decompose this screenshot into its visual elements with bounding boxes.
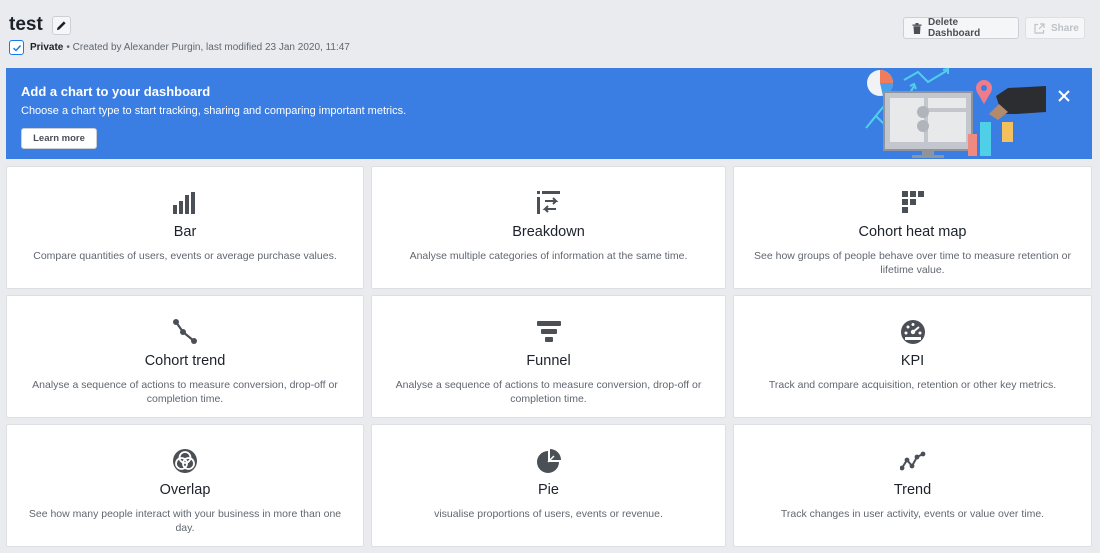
chart-type-description: See how groups of people behave over tim… <box>754 250 1071 276</box>
bar-chart-icon <box>7 190 363 216</box>
chart-type-name: Bar <box>173 224 197 240</box>
chart-type-card-pie[interactable]: Pie visualise proportions of users, even… <box>371 424 726 547</box>
trend-icon <box>734 448 1091 474</box>
chart-type-description: Analyse a sequence of actions to measure… <box>395 379 702 405</box>
chart-type-description: visualise proportions of users, events o… <box>434 508 663 520</box>
delete-dashboard-button[interactable]: Delete Dashboard <box>903 17 1019 39</box>
dashboard-header: test Private • Created by Alexander Purg… <box>0 0 1100 68</box>
chart-type-name: Cohort trend <box>144 353 226 369</box>
privacy-label: Private <box>30 42 64 53</box>
chart-type-card-trend[interactable]: Trend Track changes in user activity, ev… <box>733 424 1092 547</box>
private-checkbox[interactable] <box>9 40 24 55</box>
dashboard-meta: Private • Created by Alexander Purgin, l… <box>9 40 350 55</box>
pencil-icon <box>56 20 66 30</box>
chart-type-description: Track and compare acquisition, retention… <box>768 379 1057 391</box>
trash-icon <box>912 22 922 34</box>
learn-more-button[interactable]: Learn more <box>21 128 97 149</box>
overlap-icon <box>7 448 363 474</box>
cohort-trend-icon <box>7 319 363 345</box>
pie-chart-icon <box>372 448 725 474</box>
share-icon <box>1034 22 1045 34</box>
delete-dashboard-label: Delete Dashboard <box>928 17 981 39</box>
close-icon <box>1058 90 1070 102</box>
chart-type-card-cohort-trend[interactable]: Cohort trend Analyse a sequence of actio… <box>6 295 364 418</box>
close-banner-button[interactable] <box>1050 82 1078 110</box>
chart-type-name: Cohort heat map <box>858 224 967 240</box>
chart-type-name: Trend <box>893 482 932 498</box>
chart-type-name: Breakdown <box>512 224 585 240</box>
heat-map-icon <box>734 190 1091 216</box>
chart-type-name: KPI <box>900 353 925 369</box>
chart-type-description: Compare quantities of users, events or a… <box>33 250 337 262</box>
chart-type-grid: Bar Compare quantities of users, events … <box>6 166 1092 547</box>
chart-type-card-bar[interactable]: Bar Compare quantities of users, events … <box>6 166 364 289</box>
checkmark-icon <box>12 44 21 52</box>
chart-type-description: Analyse multiple categories of informati… <box>409 250 688 262</box>
add-chart-banner: Add a chart to your dashboard Choose a c… <box>6 68 1092 159</box>
chart-type-card-funnel[interactable]: Funnel Analyse a sequence of actions to … <box>371 295 726 418</box>
gauge-icon <box>734 319 1091 345</box>
chart-type-description: Track changes in user activity, events o… <box>780 508 1045 520</box>
chart-type-description: Analyse a sequence of actions to measure… <box>32 379 338 405</box>
share-button[interactable]: Share <box>1025 17 1085 39</box>
chart-type-name: Pie <box>538 482 559 498</box>
chart-type-card-overlap[interactable]: Overlap See how many people interact wit… <box>6 424 364 547</box>
dashboard-illustration <box>865 68 1046 158</box>
chart-type-description: See how many people interact with your b… <box>28 508 342 534</box>
chart-type-name: Funnel <box>526 353 571 369</box>
banner-title: Add a chart to your dashboard <box>21 84 211 99</box>
chart-type-card-breakdown[interactable]: Breakdown Analyse multiple categories of… <box>371 166 726 289</box>
banner-subtitle: Choose a chart type to start tracking, s… <box>21 105 407 117</box>
share-label: Share <box>1051 22 1079 34</box>
breakdown-icon <box>372 190 725 216</box>
chart-type-name: Overlap <box>159 482 211 498</box>
chart-type-card-kpi[interactable]: KPI Track and compare acquisition, reten… <box>733 295 1092 418</box>
chart-type-card-cohort-heat-map[interactable]: Cohort heat map See how groups of people… <box>733 166 1092 289</box>
dashboard-title: test <box>9 14 43 35</box>
funnel-icon <box>372 319 725 345</box>
title-row: test <box>9 14 71 36</box>
edit-title-button[interactable] <box>51 15 71 35</box>
created-by-text: • Created by Alexander Purgin, last modi… <box>66 42 350 53</box>
